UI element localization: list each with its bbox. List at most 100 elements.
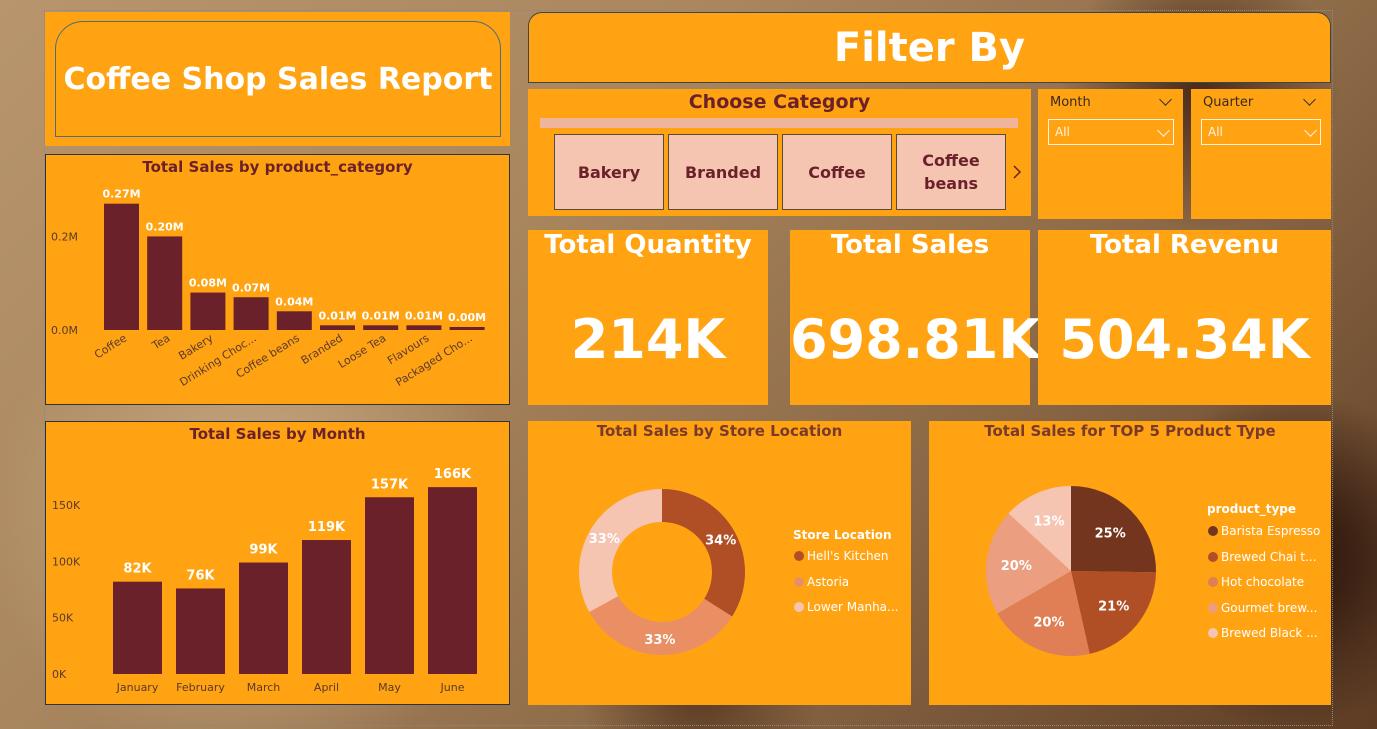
x-tick-label: April <box>314 681 339 694</box>
bar <box>276 311 312 330</box>
kpi-card-sales: Total Sales 698.81K <box>790 230 1040 405</box>
data-label: 0.01M <box>318 309 356 322</box>
x-tick-label: Packaged Cho... <box>393 332 474 390</box>
legend-item: Brewed Black ... <box>1208 626 1318 640</box>
kpi-title: Total Sales <box>830 230 990 260</box>
legend-item: Hot chocolate <box>1208 575 1304 589</box>
store-location-chart-panel: Total Sales by Store Location 34% 33% 33% … <box>528 421 911 705</box>
data-label: 0.20M <box>146 220 184 233</box>
kpi-card-quantity: Total Quantity 214K <box>528 230 768 405</box>
month-chart-panel: Total Sales by Month 0K 50K 100K 150K 82K Jan… <box>45 421 510 705</box>
kpi-title: Total Quantity <box>544 230 752 260</box>
legend-label: Gourmet brew... <box>1221 600 1318 615</box>
y-tick-label: 50K <box>52 612 74 625</box>
y-tick-label: 0.0M <box>51 324 78 337</box>
category-button-coffee-beans[interactable]: Coffee beans <box>896 134 1006 210</box>
data-label: 82K <box>123 562 152 577</box>
bar <box>104 203 139 330</box>
product-type-chart-panel: Total Sales for TOP 5 Product Type 25% 21… <box>929 421 1331 705</box>
legend-swatch <box>794 576 804 587</box>
bar <box>449 327 485 330</box>
data-label: 20% <box>1001 559 1032 574</box>
legend-title: product_type <box>1207 502 1297 516</box>
bar <box>428 487 477 674</box>
legend-label: Brewed Black ... <box>1221 626 1318 640</box>
legend-item: Lower Manha... <box>794 600 898 614</box>
product-category-bar-chart: 0.0M0.2M0.27MCoffee0.20MTea0.08MBakery0.… <box>51 188 486 390</box>
data-label: 33% <box>589 532 620 547</box>
category-slicer-title: Choose Category <box>688 91 871 113</box>
legend-item: Hell's Kitchen <box>794 549 889 563</box>
bar <box>176 588 225 674</box>
legend-title: Store Location <box>793 528 892 542</box>
month-slicer: Month All <box>1038 89 1183 219</box>
kpi-value: 214K <box>570 308 726 371</box>
filter-title: Filter By <box>833 24 1026 71</box>
report-title-card: Coffee Shop Sales Report <box>55 21 501 137</box>
month-slicer-label: Month <box>1050 95 1091 110</box>
x-tick-label: Drinking Choc... <box>177 332 258 390</box>
legend-swatch <box>794 602 804 612</box>
legend-item: Brewed Chai t... <box>1208 550 1317 564</box>
data-label: 0.08M <box>189 277 227 290</box>
legend-label: Hell's Kitchen <box>807 549 889 563</box>
bar <box>190 292 226 330</box>
quarter-dropdown-value: All <box>1208 125 1223 139</box>
x-tick-label: February <box>176 681 225 694</box>
x-tick-label: Tea <box>149 332 172 353</box>
data-label: 166K <box>434 467 472 482</box>
x-tick-label: May <box>378 681 401 694</box>
data-label: 76K <box>186 568 215 583</box>
x-tick-label: June <box>440 681 465 694</box>
data-label: 0.01M <box>405 309 443 322</box>
bar <box>302 540 351 674</box>
pie-slice <box>579 489 662 612</box>
legend-item: Astoria <box>794 575 849 589</box>
y-tick-label: 0K <box>52 668 67 681</box>
kpi-value: 504.34K <box>1059 308 1310 371</box>
bar <box>239 562 288 674</box>
bar <box>320 325 355 330</box>
data-label: 13% <box>1033 515 1064 530</box>
data-label: 25% <box>1095 526 1126 541</box>
chart-title: Total Sales by Month <box>189 425 366 443</box>
y-tick-label: 0.2M <box>51 230 78 243</box>
bar <box>147 236 183 330</box>
category-button-branded[interactable]: Branded <box>668 134 778 210</box>
kpi-title: Total Revenu <box>1089 230 1280 260</box>
data-label: 0.27M <box>102 188 140 201</box>
bar <box>233 297 269 330</box>
quarter-slicer: Quarter All <box>1191 89 1331 219</box>
chevron-down-icon[interactable] <box>1159 93 1172 106</box>
data-label: 0.07M <box>232 281 270 294</box>
legend-label: Barista Espresso <box>1221 524 1321 538</box>
legend-label: Hot chocolate <box>1221 575 1305 589</box>
category-button-coffee[interactable]: Coffee <box>782 134 892 210</box>
data-label: 0.00M <box>448 311 486 324</box>
month-dropdown-value: All <box>1055 125 1070 139</box>
bar <box>113 581 162 674</box>
legend-label: Brewed Chai t... <box>1221 549 1317 564</box>
store-location-donut-chart: 34% 33% 33% <box>579 489 745 655</box>
data-label: 21% <box>1098 600 1129 615</box>
category-button-bakery[interactable]: Bakery <box>554 134 664 210</box>
legend-swatch <box>1208 628 1218 638</box>
bar <box>406 325 442 330</box>
legend-swatch <box>1208 551 1218 562</box>
bar <box>365 497 414 674</box>
chevron-down-icon[interactable] <box>1303 93 1316 106</box>
month-dropdown[interactable]: All <box>1048 119 1174 145</box>
product-type-pie-chart: 25% 21% 20% 20% 13% <box>986 486 1156 656</box>
quarter-dropdown[interactable]: All <box>1201 119 1321 145</box>
chevron-down-icon <box>1304 124 1317 137</box>
data-label: 33% <box>644 633 675 648</box>
x-tick-label: March <box>247 681 281 694</box>
legend-item: Gourmet brew... <box>1208 601 1317 615</box>
data-label: 119K <box>308 520 346 535</box>
data-label: 34% <box>705 534 736 549</box>
x-tick-label: Coffee <box>92 331 129 361</box>
pie-slice <box>662 489 745 617</box>
chevron-right-icon[interactable] <box>1011 164 1023 180</box>
category-slicer-bar <box>540 118 1018 128</box>
legend-label: Lower Manha... <box>807 600 899 614</box>
